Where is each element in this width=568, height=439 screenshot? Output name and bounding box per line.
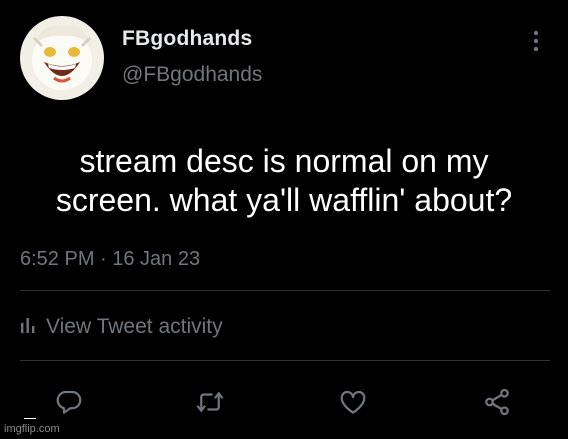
watermark-mark bbox=[24, 410, 36, 419]
more-vertical-icon[interactable] bbox=[528, 28, 544, 54]
retweet-button[interactable] bbox=[193, 385, 227, 419]
divider bbox=[20, 360, 550, 361]
retweet-icon bbox=[196, 392, 224, 412]
divider bbox=[20, 290, 550, 291]
watermark: imgflip.com bbox=[4, 423, 60, 435]
display-name[interactable]: FBgodhands bbox=[122, 27, 252, 51]
user-handle[interactable]: @FBgodhands bbox=[122, 63, 262, 87]
view-tweet-activity-link[interactable]: View Tweet activity bbox=[20, 314, 223, 339]
tweet-timestamp[interactable]: 6:52 PM · 16 Jan 23 bbox=[20, 248, 200, 271]
share-button[interactable] bbox=[480, 385, 514, 419]
avatar-image bbox=[20, 16, 104, 100]
like-button[interactable] bbox=[336, 385, 370, 419]
reply-icon bbox=[56, 390, 82, 414]
bar-chart-icon bbox=[20, 314, 36, 339]
avatar[interactable] bbox=[20, 16, 104, 100]
view-tweet-activity-label: View Tweet activity bbox=[46, 314, 223, 338]
heart-icon bbox=[340, 390, 366, 414]
share-icon bbox=[485, 388, 509, 416]
tweet-text: stream desc is normal on my screen. what… bbox=[55, 143, 513, 218]
reply-button[interactable] bbox=[52, 385, 86, 419]
